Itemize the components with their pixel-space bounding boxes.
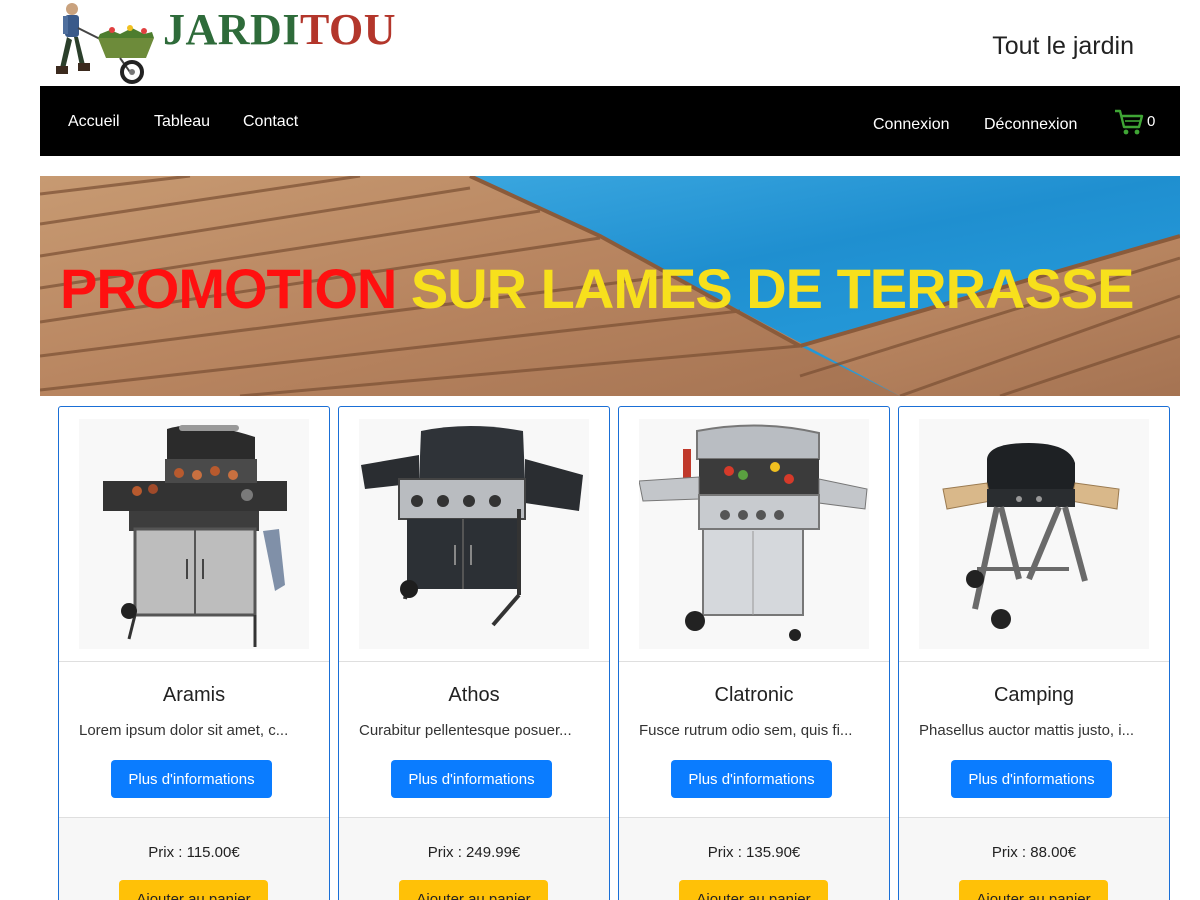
grill-aramis-image: [79, 419, 309, 649]
product-card: Athos Curabitur pellentesque posuer... P…: [338, 406, 610, 900]
shopping-cart-icon[interactable]: [1114, 108, 1144, 136]
product-card: Camping Phasellus auctor mattis justo, i…: [898, 406, 1170, 900]
product-description: Fusce rutrum odio sem, quis fi...: [639, 722, 853, 739]
product-price: Prix : 115.00€: [148, 844, 240, 861]
nav-link-contact[interactable]: Contact: [243, 113, 298, 131]
product-title: Camping: [993, 684, 1075, 706]
grill-athos-image: [359, 419, 589, 649]
product-image[interactable]: [359, 419, 589, 649]
card-body: Camping Phasellus auctor mattis justo, i…: [899, 661, 1169, 817]
more-info-button[interactable]: Plus d'informations: [111, 760, 272, 798]
site-header: JARDITOU Tout le jardin: [0, 0, 1200, 86]
more-info-button[interactable]: Plus d'informations: [951, 760, 1112, 798]
product-card: Aramis Lorem ipsum dolor sit amet, c... …: [58, 406, 330, 900]
product-title: Athos: [448, 684, 500, 706]
nav-link-home[interactable]: Accueil: [68, 113, 120, 131]
grill-clatronic-image: [639, 419, 869, 649]
product-image[interactable]: [79, 419, 309, 649]
product-description: Lorem ipsum dolor sit amet, c...: [79, 722, 289, 739]
add-to-cart-button[interactable]: Ajouter au panier: [959, 880, 1108, 900]
more-info-button[interactable]: Plus d'informations: [391, 760, 552, 798]
add-to-cart-button[interactable]: Ajouter au panier: [679, 880, 828, 900]
product-price: Prix : 249.99€: [427, 844, 521, 861]
product-price: Prix : 88.00€: [991, 844, 1077, 861]
product-title: Clatronic: [714, 684, 794, 706]
card-footer: Prix : 115.00€ Ajouter au panier: [59, 817, 329, 900]
nav-link-logout[interactable]: Déconnexion: [984, 116, 1077, 134]
banner-headline: PROMOTION SUR LAMES DE TERRASSE: [60, 257, 1135, 320]
logo-text: JARDITOU: [163, 5, 397, 54]
main-navbar: Accueil Tableau Contact Connexion Déconn…: [40, 86, 1180, 156]
site-logo[interactable]: JARDITOU: [50, 0, 410, 86]
nav-link-board[interactable]: Tableau: [154, 113, 210, 131]
site-tagline: Tout le jardin: [992, 32, 1134, 60]
product-card: Clatronic Fusce rutrum odio sem, quis fi…: [618, 406, 890, 900]
more-info-button[interactable]: Plus d'informations: [671, 760, 832, 798]
card-footer: Prix : 249.99€ Ajouter au panier: [339, 817, 609, 900]
card-footer: Prix : 135.90€ Ajouter au panier: [619, 817, 889, 900]
product-title: Aramis: [162, 684, 226, 706]
nav-link-login[interactable]: Connexion: [873, 116, 950, 134]
product-image[interactable]: [639, 419, 869, 649]
grill-camping-image: [919, 419, 1149, 649]
card-footer: Prix : 88.00€ Ajouter au panier: [899, 817, 1169, 900]
product-description: Phasellus auctor mattis justo, i...: [919, 722, 1135, 739]
gardener-wheelbarrow-icon: [56, 3, 154, 84]
promo-banner[interactable]: PROMOTION SUR LAMES DE TERRASSE: [40, 176, 1180, 396]
card-body: Aramis Lorem ipsum dolor sit amet, c... …: [59, 661, 329, 817]
product-price: Prix : 135.90€: [707, 844, 801, 861]
product-description: Curabitur pellentesque posuer...: [359, 722, 572, 739]
add-to-cart-button[interactable]: Ajouter au panier: [119, 880, 268, 900]
product-image[interactable]: [919, 419, 1149, 649]
card-body: Clatronic Fusce rutrum odio sem, quis fi…: [619, 661, 889, 817]
card-body: Athos Curabitur pellentesque posuer... P…: [339, 661, 609, 817]
cart-count-badge[interactable]: 0: [1147, 113, 1155, 130]
add-to-cart-button[interactable]: Ajouter au panier: [399, 880, 548, 900]
